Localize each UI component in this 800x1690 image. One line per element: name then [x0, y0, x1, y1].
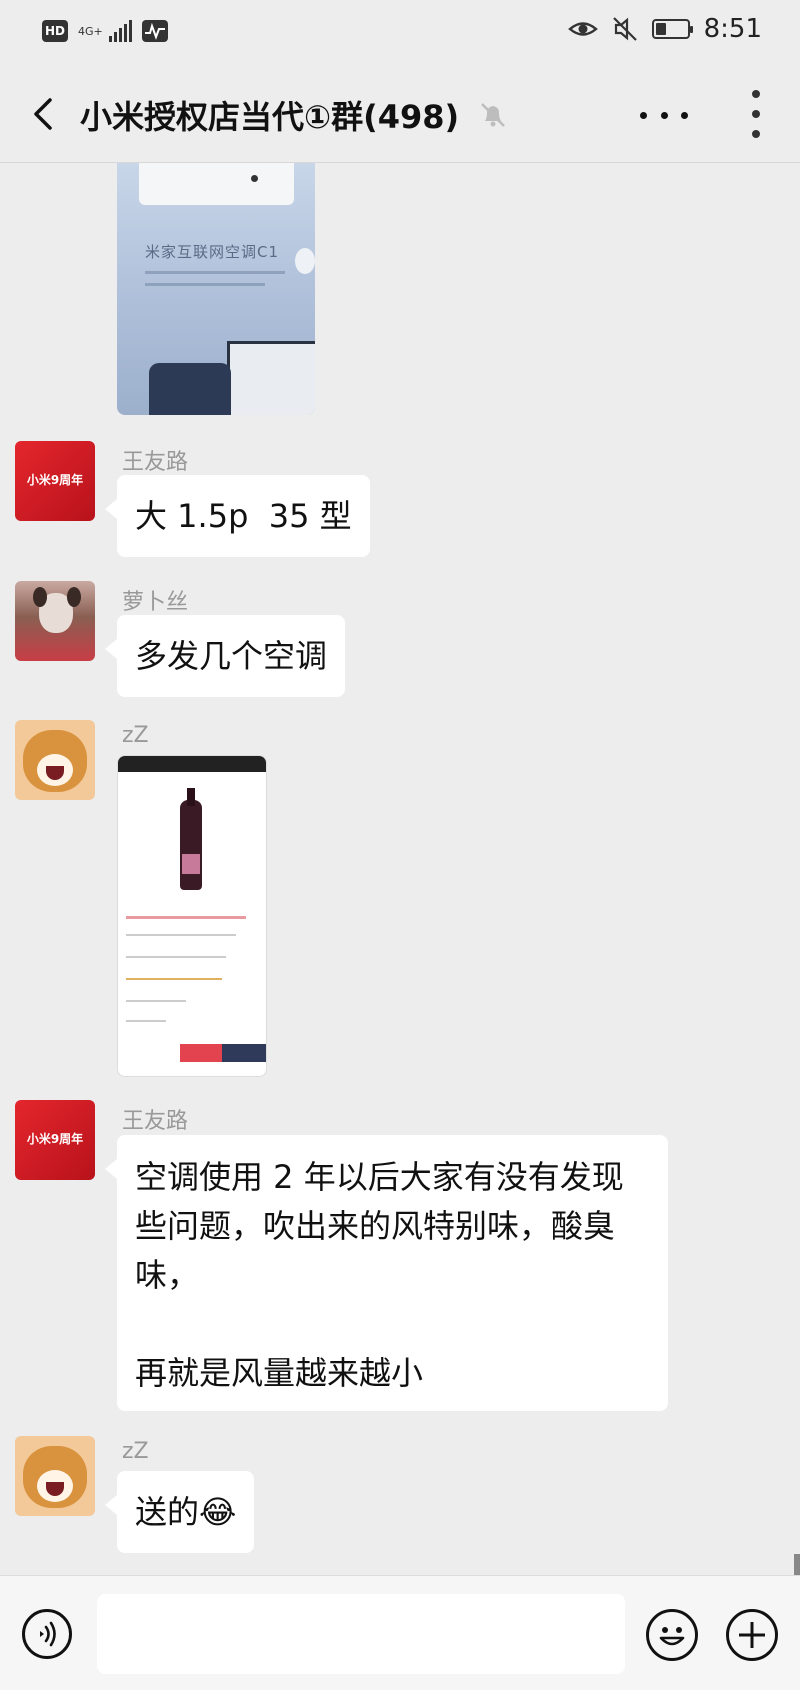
cushion	[149, 363, 231, 415]
message-bubble[interactable]: 空调使用 2 年以后大家有没有发现 些问题，吹出来的风特别味，酸臭 味， 再就是…	[105, 1135, 668, 1411]
status-right: 8:51	[567, 14, 762, 44]
clock: 8:51	[703, 14, 762, 44]
message-bubble[interactable]: 大 1.5p 35 型	[105, 475, 370, 557]
emoji-icon[interactable]	[646, 1609, 698, 1661]
buy-button-dark	[222, 1044, 266, 1062]
ad-decoration	[145, 283, 265, 286]
avatar[interactable]	[15, 1436, 95, 1516]
avatar[interactable]: 小米9周年	[15, 1100, 95, 1180]
hd-indicator: HD	[42, 20, 68, 42]
message-bubble[interactable]: 多发几个空调	[104, 615, 346, 697]
message-bubble[interactable]: 送的😂	[104, 1471, 255, 1553]
wine-label	[182, 854, 200, 874]
ad-decoration	[145, 271, 285, 274]
avatar[interactable]	[15, 720, 95, 800]
image-message-wine[interactable]	[117, 755, 267, 1077]
sender-name: zZ	[122, 1439, 149, 1464]
sender-name: 王友路	[122, 1109, 189, 1134]
image-message-aircon[interactable]: 米家互联网空调C1	[117, 163, 315, 415]
page-title: 小米授权店当代①群(498)	[80, 98, 460, 136]
monitor	[227, 341, 315, 415]
sender-name: 王友路	[122, 450, 189, 475]
aircon-unit	[139, 163, 294, 205]
screenshot-status-bar	[118, 756, 266, 772]
avatar-badge-text: 小米9周年	[26, 1132, 84, 1146]
plus-icon[interactable]	[726, 1609, 778, 1661]
aircon-ad-text: 米家互联网空调C1	[145, 243, 280, 261]
more-horizontal-icon[interactable]	[640, 100, 688, 130]
more-vertical-icon[interactable]	[744, 90, 768, 138]
bell-off-icon	[481, 103, 505, 127]
mute-speaker-icon	[612, 17, 637, 41]
text-line	[126, 1020, 166, 1022]
status-bar: HD 4G+ 8:51	[0, 0, 800, 68]
battery-icon	[651, 19, 693, 39]
avatar[interactable]	[15, 581, 95, 661]
chevron-left-icon[interactable]	[24, 94, 64, 134]
chat-messages[interactable]: 米家互联网空调C1 小米9周年 王友路 大 1.5p 35 型 萝卜丝 多发几个…	[0, 163, 800, 1573]
text-line	[126, 978, 222, 980]
message-input[interactable]	[97, 1594, 625, 1674]
eye-icon	[567, 22, 598, 36]
wine-bottle-neck	[187, 788, 195, 806]
scroll-indicator[interactable]	[794, 1554, 800, 1576]
avatar[interactable]: 小米9周年	[15, 441, 95, 521]
status-left: HD 4G+	[42, 20, 168, 42]
text-line	[126, 956, 226, 958]
signal-icon	[108, 20, 132, 42]
chat-header: 小米授权店当代①群(498)	[0, 68, 800, 163]
network-type: 4G+	[78, 24, 103, 38]
voice-icon[interactable]	[22, 1609, 72, 1659]
lamp-bulb	[295, 248, 315, 274]
text-line	[126, 934, 236, 936]
buy-button-red	[180, 1044, 222, 1062]
activity-icon	[141, 20, 168, 42]
sender-name: 萝卜丝	[122, 590, 189, 615]
text-line	[126, 1000, 186, 1002]
wine-bottle	[180, 800, 202, 890]
input-bar	[0, 1575, 800, 1690]
dog-ear	[67, 587, 81, 607]
sender-name: zZ	[122, 723, 149, 748]
avatar-badge-text: 小米9周年	[26, 473, 84, 487]
dog-ear	[33, 587, 47, 607]
text-line	[126, 916, 246, 919]
